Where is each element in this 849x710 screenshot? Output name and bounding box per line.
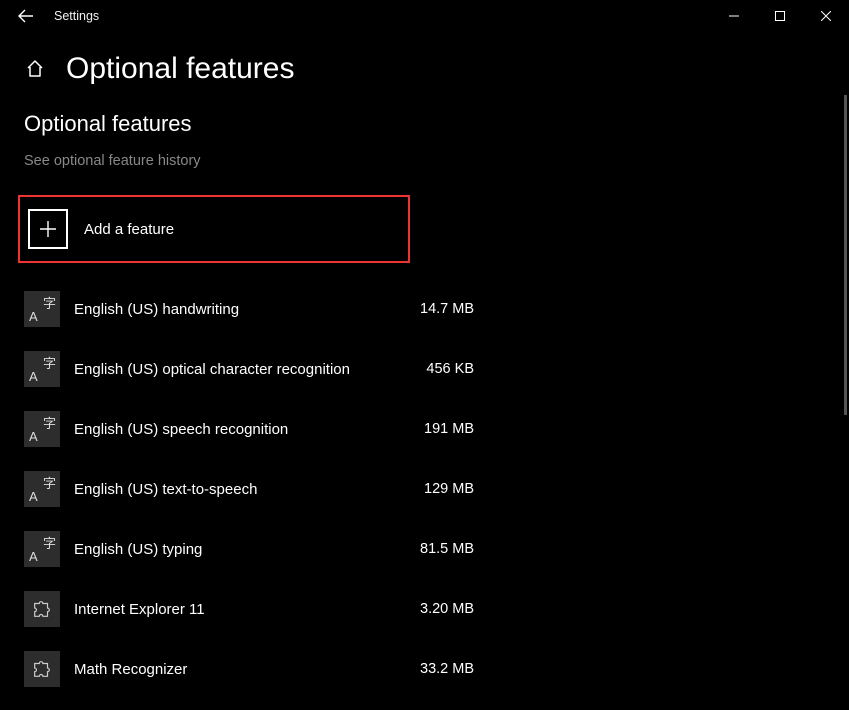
feature-row[interactable]: English (US) typing81.5 MB xyxy=(24,519,474,579)
feature-name: English (US) handwriting xyxy=(74,301,394,318)
language-icon xyxy=(24,411,60,447)
feature-size: 81.5 MB xyxy=(394,541,474,557)
plus-icon xyxy=(28,209,68,249)
add-feature-button[interactable]: Add a feature xyxy=(18,195,410,263)
feature-name: English (US) optical character recogniti… xyxy=(74,361,394,378)
maximize-icon xyxy=(775,11,785,21)
extension-icon xyxy=(24,651,60,687)
feature-row[interactable]: Math Recognizer33.2 MB xyxy=(24,639,474,699)
minimize-button[interactable] xyxy=(711,0,757,32)
add-feature-label: Add a feature xyxy=(84,221,174,238)
feature-size: 129 MB xyxy=(394,481,474,497)
feature-name: Math Recognizer xyxy=(74,661,394,678)
feature-row[interactable]: English (US) speech recognition191 MB xyxy=(24,399,474,459)
back-button[interactable] xyxy=(10,0,42,32)
puzzle-icon xyxy=(31,598,53,620)
language-icon xyxy=(24,291,60,327)
feature-size: 33.2 MB xyxy=(394,661,474,677)
language-icon xyxy=(24,531,60,567)
close-button[interactable] xyxy=(803,0,849,32)
feature-name: English (US) speech recognition xyxy=(74,421,394,438)
close-icon xyxy=(821,11,831,21)
arrow-left-icon xyxy=(18,8,34,24)
titlebar: Settings xyxy=(0,0,849,32)
window-controls xyxy=(711,0,849,32)
minimize-icon xyxy=(729,11,739,21)
content-area: Optional features See optional feature h… xyxy=(0,111,474,699)
section-header: Optional features xyxy=(24,111,474,137)
feature-size: 456 KB xyxy=(394,361,474,377)
window-title: Settings xyxy=(54,9,99,23)
feature-size: 14.7 MB xyxy=(394,301,474,317)
feature-name: Internet Explorer 11 xyxy=(74,601,394,618)
feature-size: 3.20 MB xyxy=(394,601,474,617)
home-button[interactable] xyxy=(24,58,46,80)
page-title: Optional features xyxy=(66,52,294,86)
home-icon xyxy=(25,59,45,79)
scrollbar[interactable] xyxy=(844,95,847,415)
language-icon xyxy=(24,351,60,387)
feature-row[interactable]: English (US) handwriting14.7 MB xyxy=(24,279,474,339)
history-link[interactable]: See optional feature history xyxy=(24,153,474,169)
feature-name: English (US) text-to-speech xyxy=(74,481,394,498)
feature-row[interactable]: English (US) text-to-speech129 MB xyxy=(24,459,474,519)
page-header: Optional features xyxy=(0,32,849,111)
maximize-button[interactable] xyxy=(757,0,803,32)
puzzle-icon xyxy=(31,658,53,680)
language-icon xyxy=(24,471,60,507)
feature-list: English (US) handwriting14.7 MBEnglish (… xyxy=(24,279,474,699)
feature-size: 191 MB xyxy=(394,421,474,437)
feature-name: English (US) typing xyxy=(74,541,394,558)
feature-row[interactable]: Internet Explorer 113.20 MB xyxy=(24,579,474,639)
feature-row[interactable]: English (US) optical character recogniti… xyxy=(24,339,474,399)
extension-icon xyxy=(24,591,60,627)
